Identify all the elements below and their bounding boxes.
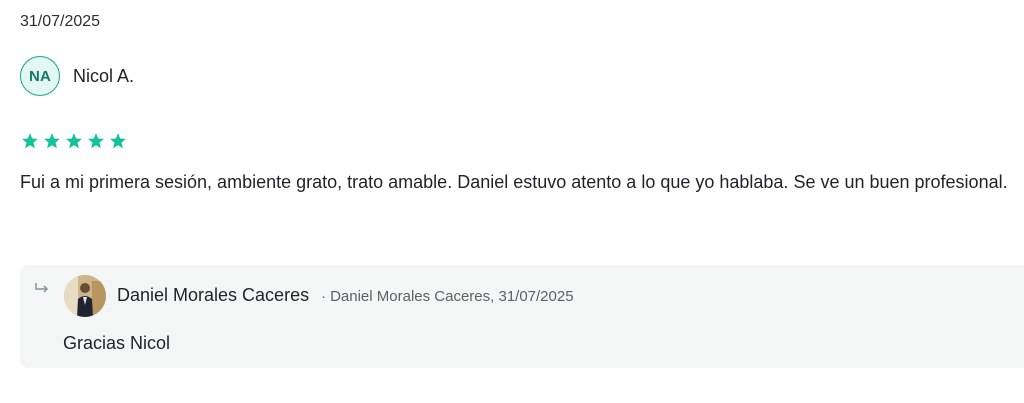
author-name: Nicol A. (73, 65, 135, 86)
star-rating (21, 132, 127, 150)
reply-meta: Daniel Morales Caceres, 31/07/2025 (330, 288, 574, 305)
star-icon (88, 133, 104, 149)
reply-author-name: Daniel Morales Caceres (117, 285, 310, 305)
reply-arrow-icon (35, 283, 49, 293)
author-initials-avatar: NA (20, 56, 60, 96)
review-date: 31/07/2025 (20, 13, 101, 30)
star-icon (110, 133, 126, 149)
star-icon (66, 133, 82, 149)
owner-reply: Daniel Morales Caceres · Daniel Morales … (20, 265, 1024, 368)
reply-header: Daniel Morales Caceres · Daniel Morales … (117, 285, 574, 306)
reply-text: Gracias Nicol (63, 333, 171, 353)
star-icon (22, 133, 38, 149)
review-text: Fui a mi primera sesión, ambiente grato,… (20, 172, 1008, 192)
review-author: NA Nicol A. (20, 56, 134, 96)
reply-author-avatar (64, 275, 106, 317)
star-icon (44, 133, 60, 149)
review-card: 31/07/2025 NA Nicol A. Fui a mi primera … (0, 0, 1024, 403)
reply-separator: · (321, 288, 327, 305)
